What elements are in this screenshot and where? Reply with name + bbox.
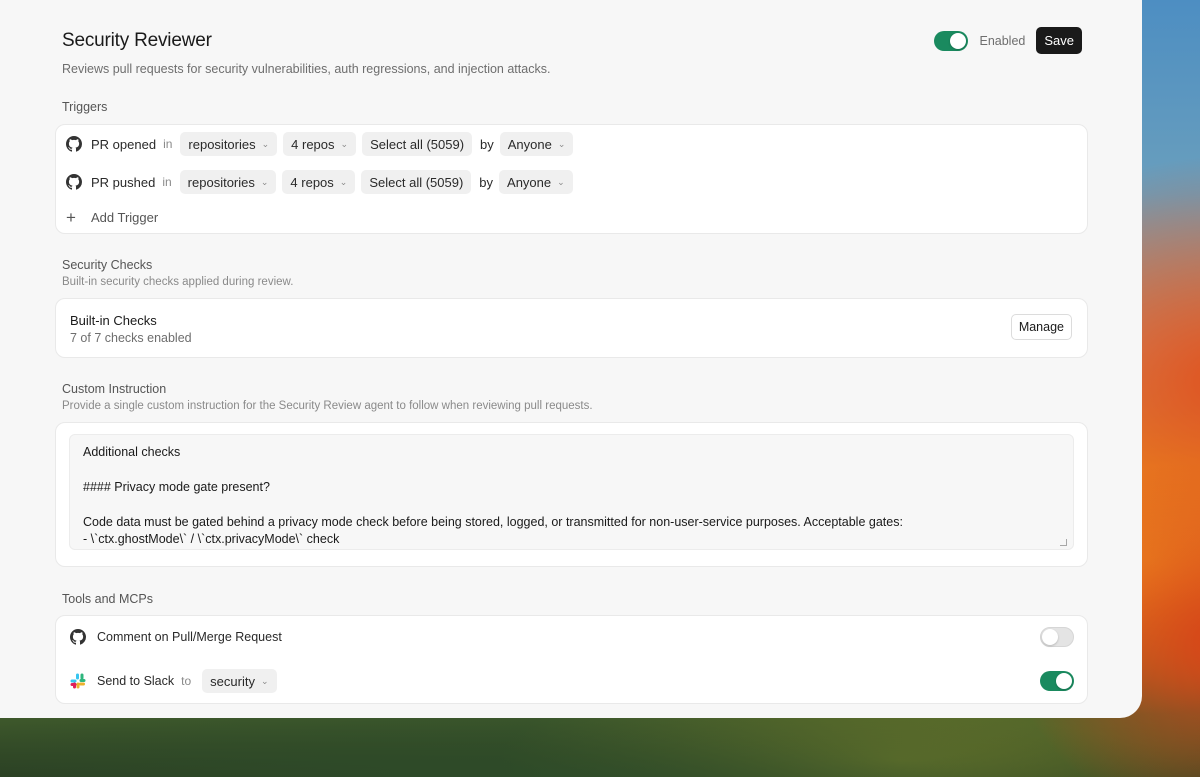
triggers-card: PR opened in repositories ⌄ 4 repos ⌄ Sele… (55, 124, 1088, 234)
toggle-knob (1042, 629, 1058, 645)
actor-value: Anyone (507, 136, 552, 152)
builtin-checks-title: Built-in Checks (70, 313, 157, 328)
repos-value: 4 repos (290, 174, 334, 190)
tools-label: Tools and MCPs (62, 592, 154, 606)
security-checks-label: Security Checks (62, 258, 153, 272)
toggle-knob (1056, 673, 1072, 689)
repos-dropdown[interactable]: 4 repos ⌄ (282, 170, 356, 194)
custom-instruction-label: Custom Instruction (62, 382, 167, 396)
scope-value: repositories (188, 136, 256, 152)
tool-row: Send to Slack to security ⌄ (70, 668, 1074, 694)
tools-card: Comment on Pull/Merge Request Send to Sl… (55, 615, 1088, 704)
trigger-event: PR opened (91, 136, 157, 152)
scope-dropdown[interactable]: repositories ⌄ (180, 132, 278, 156)
scope-dropdown[interactable]: repositories ⌄ (179, 170, 277, 194)
page-subtitle: Reviews pull requests for security vulne… (62, 62, 551, 76)
in-word: in (162, 175, 172, 189)
save-button[interactable]: Save (1036, 27, 1082, 54)
chevron-down-icon: ⌄ (557, 138, 566, 149)
chevron-down-icon: ⌄ (261, 138, 270, 149)
chevron-down-icon: ⌄ (339, 176, 348, 187)
add-trigger-label: Add Trigger (91, 210, 159, 225)
slack-icon (70, 673, 86, 689)
select-all-button[interactable]: Select all (5059) (362, 132, 473, 156)
actor-dropdown[interactable]: Anyone ⌄ (499, 132, 574, 156)
trigger-event: PR pushed (91, 174, 156, 190)
chevron-down-icon: ⌄ (340, 138, 349, 149)
manage-button[interactable]: Manage (1010, 314, 1072, 340)
actor-value: Anyone (507, 174, 552, 190)
chevron-down-icon: ⌄ (260, 176, 269, 187)
enabled-label: Enabled (979, 33, 1026, 48)
github-icon (66, 174, 82, 190)
builtin-checks-card: Built-in Checks 7 of 7 checks enabled Ma… (55, 298, 1088, 358)
trigger-row: PR opened in repositories ⌄ 4 repos ⌄ Sele… (66, 132, 579, 156)
tool-row: Comment on Pull/Merge Request (70, 624, 1074, 650)
add-trigger-button[interactable]: + Add Trigger (66, 207, 159, 227)
toggle-knob (950, 32, 967, 49)
to-word: to (181, 674, 192, 688)
repos-value: 4 repos (291, 136, 335, 152)
chevron-down-icon: ⌄ (557, 176, 565, 187)
send-slack-toggle[interactable] (1040, 671, 1074, 691)
enabled-toggle[interactable] (934, 30, 969, 51)
by-word: by (479, 174, 494, 190)
slack-channel-dropdown[interactable]: security ⌄ (202, 669, 277, 693)
actor-dropdown[interactable]: Anyone ⌄ (499, 170, 573, 194)
header-actions: Enabled Save (934, 27, 1082, 54)
custom-instruction-card: Additional checks #### Privacy mode gate… (55, 422, 1088, 567)
tool-label: Comment on Pull/Merge Request (97, 630, 282, 644)
tool-label: Send to Slack (97, 674, 175, 688)
resize-handle[interactable] (1060, 539, 1067, 546)
triggers-label: Triggers (62, 100, 108, 114)
github-icon (66, 136, 82, 152)
by-word: by (480, 136, 494, 152)
page-title: Security Reviewer (62, 30, 212, 51)
select-all-button[interactable]: Select all (5059) (361, 170, 472, 194)
plus-icon: + (66, 207, 76, 227)
checks-count: 7 of 7 checks enabled (70, 331, 192, 345)
select-all-label: Select all (5059) (369, 174, 464, 190)
custom-instruction-description: Provide a single custom instruction for … (62, 400, 593, 412)
github-icon (70, 629, 86, 645)
page-header: Security Reviewer Reviews pull requests … (62, 27, 1082, 76)
comment-pr-toggle[interactable] (1040, 627, 1074, 647)
security-checks-description: Built-in security checks applied during … (62, 276, 294, 288)
trigger-row: PR pushed in repositories ⌄ 4 repos ⌄ Sele… (66, 170, 579, 194)
custom-instruction-textarea[interactable]: Additional checks #### Privacy mode gate… (69, 434, 1074, 550)
select-all-label: Select all (5059) (370, 136, 465, 152)
scope-value: repositories (187, 174, 255, 190)
repos-dropdown[interactable]: 4 repos ⌄ (283, 132, 357, 156)
channel-value: security (210, 673, 255, 689)
settings-window: Security Reviewer Reviews pull requests … (0, 0, 1142, 718)
in-word: in (163, 137, 173, 151)
chevron-down-icon: ⌄ (260, 675, 269, 686)
